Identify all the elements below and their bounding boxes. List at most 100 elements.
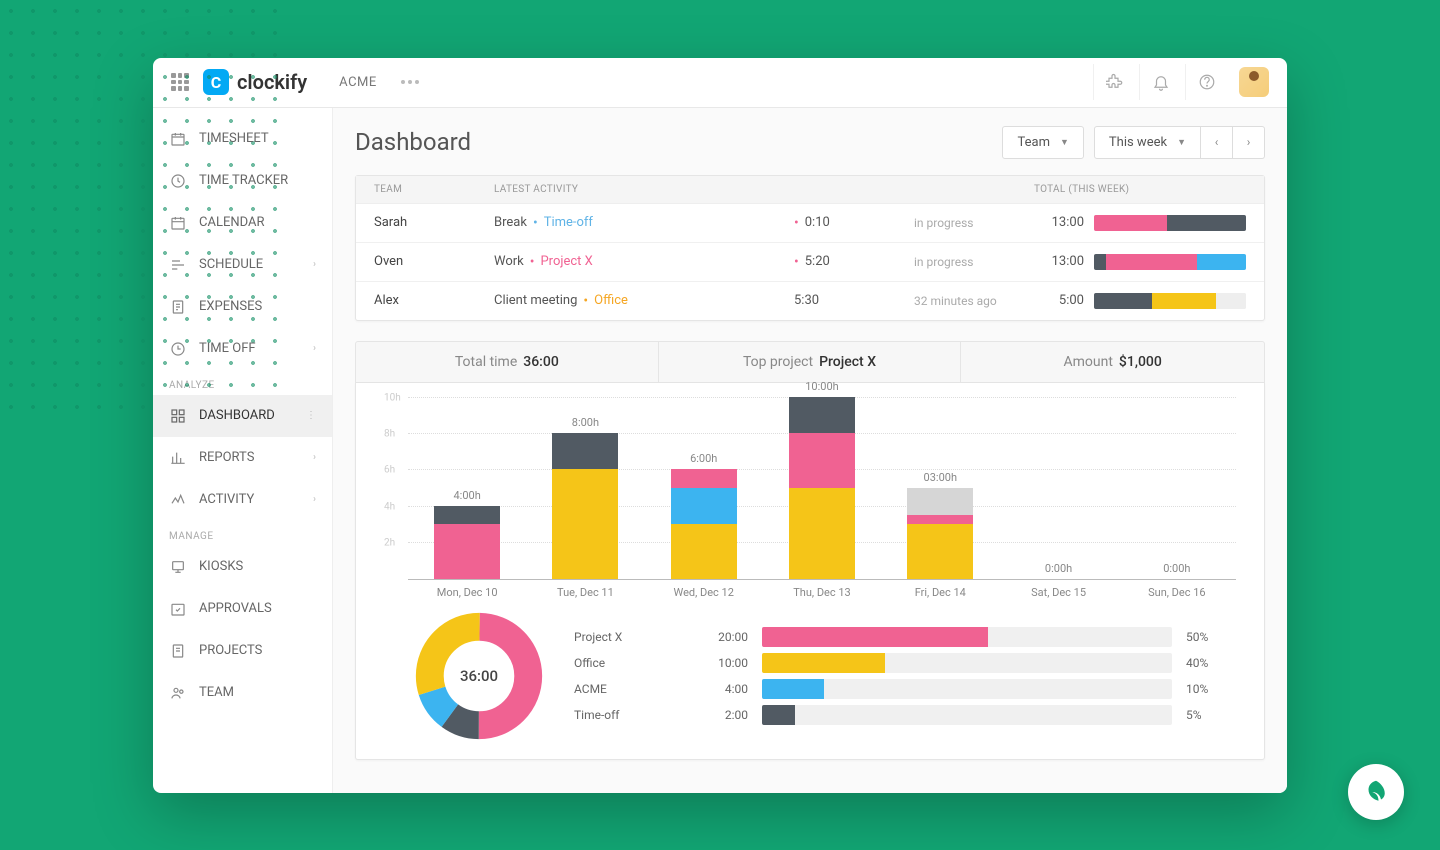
nav-team[interactable]: TEAM: [153, 672, 332, 714]
avatar[interactable]: [1239, 67, 1269, 97]
nav-label: EXPENSES: [199, 299, 262, 314]
total-time: 13:00: [1034, 254, 1094, 269]
time-bar: [1094, 215, 1246, 231]
duration: •0:10: [794, 215, 914, 231]
kiosks-icon: [169, 558, 187, 576]
chart-column: 03:00hFri, Dec 14: [881, 397, 999, 597]
chart-column: 6:00hWed, Dec 12: [645, 397, 763, 597]
topbar: C clockify ACME: [153, 58, 1287, 108]
nav-reports[interactable]: REPORTS ›: [153, 437, 332, 479]
nav-dashboard[interactable]: DASHBOARD⋮: [153, 395, 332, 437]
main-content: Dashboard Team ▼ This week▼ ‹ › TEAM LATE…: [333, 108, 1287, 793]
help-icon[interactable]: [1185, 64, 1227, 100]
project-name: Office: [574, 656, 674, 670]
clock-icon: [169, 172, 187, 190]
scope-dropdown[interactable]: Team ▼: [1002, 126, 1083, 159]
sidebar: TIMESHEET TIME TRACKER CALENDAR SCHEDULE…: [153, 108, 333, 793]
nav-activity[interactable]: ACTIVITY›: [153, 479, 332, 521]
duration: 5:30: [794, 293, 914, 308]
donut-chart: 36:00: [414, 611, 544, 741]
project-time: 20:00: [688, 630, 748, 644]
col-team: TEAM: [374, 184, 494, 195]
nav-label: TIME TRACKER: [199, 173, 288, 188]
project-row: Time-off 2:00 5%: [574, 705, 1236, 725]
nav-time-off[interactable]: TIME OFF›: [153, 328, 332, 370]
nav-label: APPROVALS: [199, 601, 272, 616]
project-name: ACME: [574, 682, 674, 696]
total-time: 5:00: [1034, 293, 1094, 308]
calendar-icon: [169, 214, 187, 232]
reports-icon: [169, 449, 187, 467]
timesheet-icon: [169, 130, 187, 148]
date-range-control: This week▼ ‹ ›: [1094, 126, 1265, 159]
caret-down-icon: ▼: [1060, 137, 1069, 148]
team-icon: [169, 684, 187, 702]
projects-icon: [169, 642, 187, 660]
expenses-icon: [169, 298, 187, 316]
team-table: TEAM LATEST ACTIVITY TOTAL (THIS WEEK) S…: [355, 175, 1265, 321]
dashboard-icon: [169, 407, 187, 425]
member-name: Alex: [374, 293, 494, 308]
chart-column: 10:00hThu, Dec 13: [763, 397, 881, 597]
org-name[interactable]: ACME: [339, 75, 377, 90]
nav-expenses[interactable]: EXPENSES: [153, 286, 332, 328]
project-pct: 40%: [1186, 656, 1236, 670]
nav-label: REPORTS: [199, 450, 254, 465]
org-more-icon[interactable]: [401, 80, 419, 84]
table-row[interactable]: Oven Work•Project X •5:20 in progress 13…: [356, 243, 1264, 282]
nav-kiosks[interactable]: KIOSKS: [153, 546, 332, 588]
status-text: in progress: [914, 255, 1034, 269]
nav-label: ACTIVITY: [199, 492, 254, 507]
dots-icon: ⋮: [306, 410, 316, 421]
nav-time-tracker[interactable]: TIME TRACKER: [153, 160, 332, 202]
project-bar: [762, 705, 1172, 725]
page-title: Dashboard: [355, 128, 471, 156]
range-dropdown[interactable]: This week▼: [1094, 126, 1201, 159]
approvals-icon: [169, 600, 187, 618]
puzzle-icon[interactable]: [1093, 64, 1135, 100]
member-name: Sarah: [374, 215, 494, 230]
nav-schedule[interactable]: SCHEDULE›: [153, 244, 332, 286]
nav-projects[interactable]: PROJECTS: [153, 630, 332, 672]
chevron-right-icon: ›: [313, 343, 316, 354]
stat-total-time: Total time36:00: [356, 342, 659, 382]
project-name: Project X: [574, 630, 674, 644]
nav-label: PROJECTS: [199, 643, 262, 658]
project-time: 2:00: [688, 708, 748, 722]
range-value: This week: [1109, 135, 1167, 150]
latest-activity: Client meeting•Office: [494, 293, 794, 308]
nav-timesheet[interactable]: TIMESHEET: [153, 118, 332, 160]
bell-icon[interactable]: [1139, 64, 1181, 100]
nav-calendar[interactable]: CALENDAR: [153, 202, 332, 244]
nav-label: TIMESHEET: [199, 131, 269, 146]
project-row: Office 10:00 40%: [574, 653, 1236, 673]
nav-label: TEAM: [199, 685, 234, 700]
nav-label: KIOSKS: [199, 559, 243, 574]
total-time: 13:00: [1034, 215, 1094, 230]
next-button[interactable]: ›: [1233, 126, 1265, 159]
project-time: 4:00: [688, 682, 748, 696]
member-name: Oven: [374, 254, 494, 269]
prev-button[interactable]: ‹: [1201, 126, 1233, 159]
latest-activity: Work•Project X: [494, 254, 794, 269]
duration: •5:20: [794, 254, 914, 270]
project-name: Time-off: [574, 708, 674, 722]
table-header: TEAM LATEST ACTIVITY TOTAL (THIS WEEK): [356, 176, 1264, 204]
donut-center-label: 36:00: [460, 667, 498, 685]
activity-icon: [169, 491, 187, 509]
chevron-right-icon: ›: [313, 452, 316, 463]
nav-approvals[interactable]: APPROVALS: [153, 588, 332, 630]
stat-top-project: Top projectProject X: [659, 342, 962, 382]
project-time: 10:00: [688, 656, 748, 670]
chevron-right-icon: ›: [313, 259, 316, 270]
app-window: C clockify ACME TIMESHEET TIME TRACKER C…: [153, 58, 1287, 793]
project-pct: 50%: [1186, 630, 1236, 644]
project-bar: [762, 653, 1172, 673]
scope-value: Team: [1017, 135, 1050, 150]
brand-fab[interactable]: [1348, 764, 1404, 820]
status-text: in progress: [914, 216, 1034, 230]
section-manage: MANAGE: [153, 521, 332, 546]
chart-column: 0:00hSat, Dec 15: [999, 397, 1117, 597]
table-row[interactable]: Alex Client meeting•Office 5:30 32 minut…: [356, 282, 1264, 320]
table-row[interactable]: Sarah Break•Time-off •0:10 in progress 1…: [356, 204, 1264, 243]
